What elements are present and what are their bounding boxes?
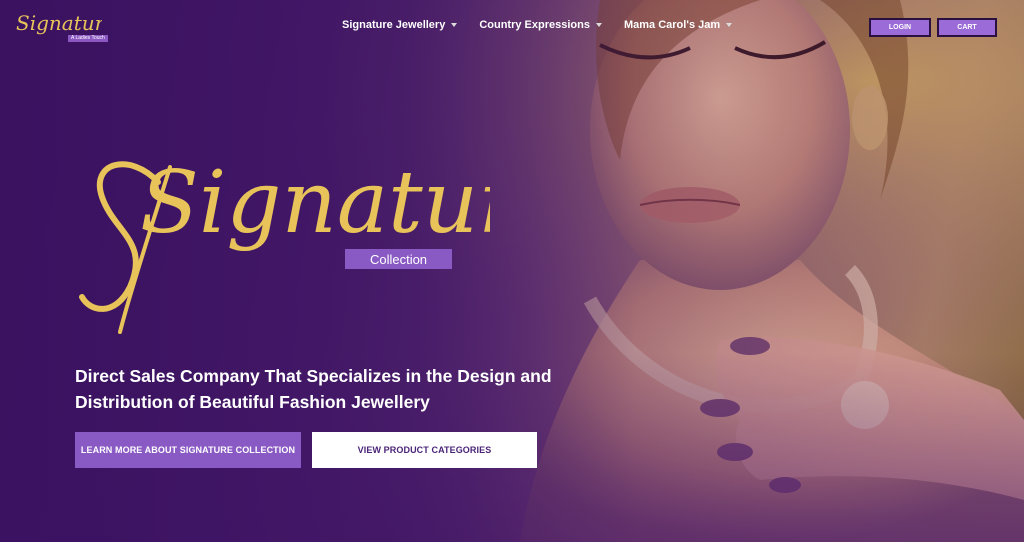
nav-mama-carols-jam[interactable]: Mama Carol's Jam — [623, 19, 733, 31]
hero-headline: Direct Sales Company That Specializes in… — [75, 363, 555, 415]
chevron-down-icon — [451, 23, 458, 27]
collection-badge: Collection — [345, 249, 452, 269]
login-button[interactable]: LOGIN — [869, 18, 931, 37]
nav-label: Country Expressions — [479, 19, 590, 31]
svg-text:Signature: Signature — [16, 11, 102, 35]
svg-text:Signature: Signature — [140, 153, 490, 253]
hero-section: Signature A Ladies Touch Signature Jewel… — [0, 0, 1024, 542]
nav-label: Mama Carol's Jam — [623, 19, 721, 31]
nav-label: Signature Jewellery — [342, 19, 446, 31]
headline-line-2: Distribution of Beautiful Fashion Jewell… — [75, 392, 430, 412]
nav-signature-jewellery[interactable]: Signature Jewellery — [342, 19, 458, 31]
view-categories-button[interactable]: VIEW PRODUCT CATEGORIES — [312, 432, 537, 468]
signature-logo-large: Signature — [79, 153, 490, 334]
main-nav: Signature Jewellery Country Expressions … — [342, 19, 754, 31]
headline-line-1: Direct Sales Company That Specializes in… — [75, 366, 552, 386]
cart-button[interactable]: CART — [937, 18, 997, 37]
learn-more-button[interactable]: LEARN MORE ABOUT SIGNATURE COLLECTION — [75, 432, 301, 468]
chevron-down-icon — [595, 23, 602, 27]
site-logo[interactable]: Signature A Ladies Touch — [12, 8, 108, 48]
chevron-down-icon — [726, 23, 733, 27]
nav-country-expressions[interactable]: Country Expressions — [479, 19, 602, 31]
logo-tagline: A Ladies Touch — [68, 35, 108, 42]
